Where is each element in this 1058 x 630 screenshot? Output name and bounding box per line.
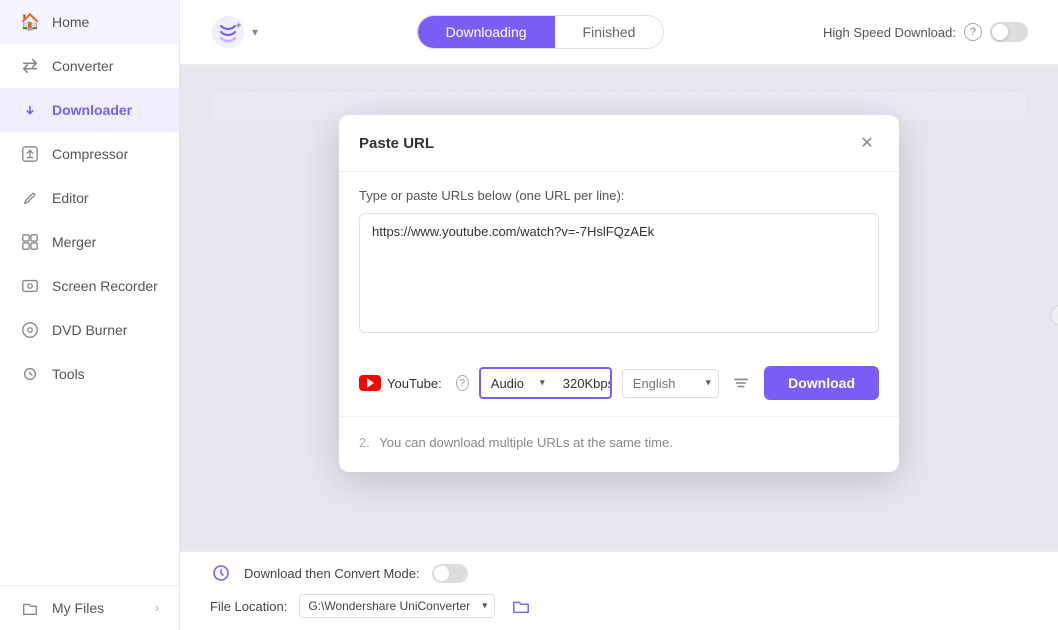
folder-browse-button[interactable]	[507, 592, 535, 620]
sidebar-item-downloader[interactable]: Downloader	[0, 88, 179, 132]
logo-area: + ▾	[210, 14, 258, 50]
youtube-label: YouTube:	[387, 376, 442, 391]
convert-mode-label: Download then Convert Mode:	[244, 566, 420, 581]
sidebar-item-label: Compressor	[52, 146, 128, 162]
sidebar-item-label: Home	[52, 14, 89, 30]
tab-group: Downloading Finished	[417, 15, 665, 49]
logo-dropdown-icon[interactable]: ▾	[252, 25, 258, 39]
sidebar-item-label: Downloader	[52, 102, 132, 118]
modal-header: Paste URL ✕	[339, 115, 899, 172]
downloader-icon	[20, 100, 40, 120]
quality-select[interactable]: 320Kbps 256Kbps 192Kbps 128Kbps	[553, 370, 612, 397]
paste-url-modal: Paste URL ✕ Type or paste URLs below (on…	[339, 115, 899, 472]
sidebar-item-editor[interactable]: Editor	[0, 176, 179, 220]
sidebar-item-home[interactable]: 🏠 Home	[0, 0, 179, 44]
tools-icon	[20, 364, 40, 384]
quality-select-wrapper: 320Kbps 256Kbps 192Kbps 128Kbps	[553, 370, 612, 397]
highspeed-area: High Speed Download: ?	[823, 22, 1028, 42]
editor-icon	[20, 188, 40, 208]
tab-finished[interactable]: Finished	[555, 16, 664, 48]
highspeed-toggle[interactable]	[990, 22, 1028, 42]
sidebar-item-label: Merger	[52, 234, 96, 250]
modal-close-button[interactable]: ✕	[855, 131, 879, 155]
home-icon: 🏠	[20, 12, 40, 32]
sidebar-item-my-files[interactable]: My Files ›	[0, 586, 179, 630]
modal-hints: 2. You can download multiple URLs at the…	[339, 416, 899, 472]
bottombar: Download then Convert Mode: File Locatio…	[180, 551, 1058, 630]
convert-mode-toggle-knob	[434, 566, 449, 581]
highspeed-help-icon[interactable]: ?	[964, 23, 982, 41]
sidebar-item-converter[interactable]: Converter	[0, 44, 179, 88]
tab-downloading[interactable]: Downloading	[418, 16, 555, 48]
settings-icon-button[interactable]	[729, 367, 754, 399]
file-path-select-wrapper: G:\Wondershare UniConverter	[299, 594, 495, 618]
content-area: Paste URL ✕ Type or paste URLs below (on…	[180, 65, 1058, 551]
format-select[interactable]: Video Audio MP3	[481, 370, 553, 397]
hint-row-1: 2. You can download multiple URLs at the…	[359, 427, 879, 458]
topbar: + ▾ Downloading Finished High Speed Down…	[180, 0, 1058, 65]
timer-icon	[210, 562, 232, 584]
file-location-row: File Location: G:\Wondershare UniConvert…	[210, 592, 1028, 620]
screen-recorder-icon	[20, 276, 40, 296]
merger-icon	[20, 232, 40, 252]
my-files-icon	[20, 598, 40, 618]
converter-icon	[20, 56, 40, 76]
sidebar-item-screen-recorder[interactable]: Screen Recorder	[0, 264, 179, 308]
modal-instruction: Type or paste URLs below (one URL per li…	[359, 188, 879, 203]
sidebar-item-label: Tools	[52, 366, 85, 382]
my-files-expand-icon: ›	[155, 601, 159, 615]
modal-footer: YouTube: ? Video Audio MP3	[339, 354, 899, 416]
language-select[interactable]: English Chinese Japanese	[622, 369, 719, 398]
convert-mode-row: Download then Convert Mode:	[210, 562, 1028, 584]
sidebar-item-dvd-burner[interactable]: DVD Burner	[0, 308, 179, 352]
sidebar: 🏠 Home Converter Downloader Compressor E…	[0, 0, 180, 630]
youtube-play-icon	[367, 378, 374, 388]
language-select-wrapper: English Chinese Japanese	[622, 369, 719, 398]
modal-body: Type or paste URLs below (one URL per li…	[339, 172, 899, 354]
format-select-wrapper: Video Audio MP3	[481, 370, 553, 397]
sidebar-item-label: Editor	[52, 190, 89, 206]
modal-overlay: Paste URL ✕ Type or paste URLs below (on…	[180, 65, 1058, 551]
dvd-burner-icon	[20, 320, 40, 340]
sidebar-item-merger[interactable]: Merger	[0, 220, 179, 264]
file-location-label: File Location:	[210, 599, 287, 614]
sidebar-bottom: My Files ›	[0, 585, 179, 630]
sidebar-item-tools[interactable]: Tools	[0, 352, 179, 396]
compressor-icon	[20, 144, 40, 164]
my-files-label: My Files	[52, 600, 104, 616]
app-logo: +	[210, 14, 246, 50]
source-help-icon[interactable]: ?	[456, 375, 469, 391]
main-content: + ▾ Downloading Finished High Speed Down…	[180, 0, 1058, 630]
sidebar-item-label: Screen Recorder	[52, 278, 158, 294]
download-button[interactable]: Download	[764, 366, 879, 400]
youtube-badge: YouTube:	[359, 375, 442, 391]
file-path-select[interactable]: G:\Wondershare UniConverter	[299, 594, 495, 618]
sidebar-item-compressor[interactable]: Compressor	[0, 132, 179, 176]
toggle-knob	[992, 24, 1008, 40]
sidebar-item-label: Converter	[52, 58, 113, 74]
highspeed-label: High Speed Download:	[823, 25, 956, 40]
url-input[interactable]: https://www.youtube.com/watch?v=-7HslFQz…	[359, 213, 879, 333]
sidebar-item-label: DVD Burner	[52, 322, 127, 338]
svg-text:+: +	[236, 20, 241, 30]
format-quality-group: Video Audio MP3 320Kbps 256Kbps 192Kbps	[479, 367, 612, 399]
youtube-icon	[359, 375, 381, 391]
convert-mode-toggle[interactable]	[432, 564, 468, 583]
modal-title: Paste URL	[359, 135, 434, 152]
